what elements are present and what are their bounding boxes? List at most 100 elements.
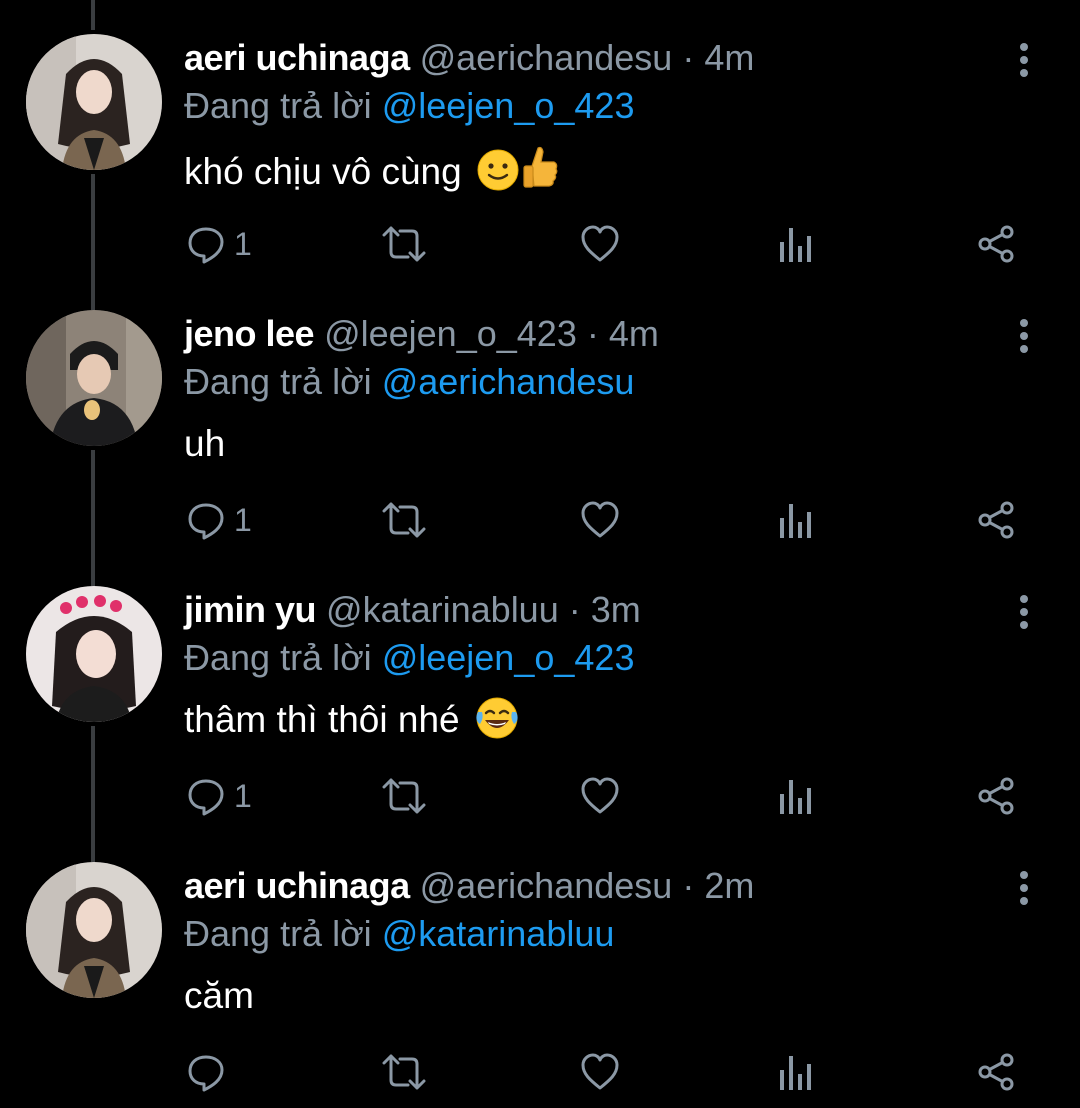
like-icon (581, 1053, 619, 1090)
tweet-header: aeri uchinaga @aerichandesu · 2m (184, 864, 754, 908)
analytics-icon (780, 228, 811, 262)
replying-to: Đang trả lời @aerichandesu (184, 360, 634, 404)
separator: · (586, 313, 599, 354)
tweet-text: khó chịu vô cùng (184, 144, 560, 204)
aeri-avatar-image (26, 34, 162, 170)
timestamp[interactable]: 4m (704, 37, 754, 78)
jimin-avatar-image (26, 586, 162, 722)
retweet-icon (382, 1054, 426, 1090)
reply-button[interactable]: 1 (186, 772, 252, 820)
like-icon (581, 777, 619, 814)
display-name[interactable]: jeno lee (184, 313, 315, 354)
display-name[interactable]: jimin yu (184, 589, 317, 630)
replying-to: Đang trả lời @leejen_o_423 (184, 84, 634, 128)
slightly-smiling-face-icon (476, 148, 520, 204)
reply-icon (188, 503, 224, 540)
display-name[interactable]: aeri uchinaga (184, 865, 410, 906)
tweet-text-content: khó chịu vô cùng (184, 151, 462, 192)
analytics-button[interactable] (778, 496, 814, 544)
user-handle[interactable]: @aerichandesu (420, 865, 673, 906)
replying-to: Đang trả lời @katarinabluu (184, 912, 614, 956)
timestamp[interactable]: 3m (591, 589, 641, 630)
separator: · (682, 37, 695, 78)
timestamp[interactable]: 2m (704, 865, 754, 906)
replying-to-label: Đang trả lời (184, 637, 372, 678)
share-button[interactable] (976, 496, 1016, 544)
share-icon (978, 225, 1014, 263)
retweet-icon (382, 502, 426, 538)
tweet[interactable]: jimin yu @katarinabluu · 3m Đang trả lời… (0, 552, 1080, 828)
retweet-button[interactable] (382, 220, 426, 268)
tweet-actions (184, 1048, 1044, 1096)
avatar[interactable] (26, 310, 162, 446)
like-icon (581, 501, 619, 538)
analytics-button[interactable] (778, 1048, 814, 1096)
more-options-icon[interactable] (1008, 40, 1040, 80)
analytics-button[interactable] (778, 772, 814, 820)
replying-to-label: Đang trả lời (184, 361, 372, 402)
like-button[interactable] (580, 220, 620, 268)
replying-to-handle[interactable]: @aerichandesu (382, 361, 635, 402)
reply-count: 1 (234, 502, 252, 538)
tweet-header: jimin yu @katarinabluu · 3m (184, 588, 641, 632)
user-handle[interactable]: @leejen_o_423 (324, 313, 577, 354)
retweet-button[interactable] (382, 1048, 426, 1096)
share-button[interactable] (976, 1048, 1016, 1096)
replying-to-handle[interactable]: @leejen_o_423 (382, 85, 635, 126)
display-name[interactable]: aeri uchinaga (184, 37, 410, 78)
like-button[interactable] (580, 496, 620, 544)
reply-button[interactable] (186, 1048, 234, 1096)
user-handle[interactable]: @katarinabluu (326, 589, 559, 630)
like-button[interactable] (580, 1048, 620, 1096)
reply-icon (188, 779, 224, 816)
avatar[interactable] (26, 34, 162, 170)
tweet-header: jeno lee @leejen_o_423 · 4m (184, 312, 659, 356)
like-icon (581, 225, 619, 262)
tweet[interactable]: aeri uchinaga @aerichandesu · 4m Đang tr… (0, 0, 1080, 276)
reply-button[interactable]: 1 (186, 220, 252, 268)
retweet-icon (382, 226, 426, 262)
more-options-icon[interactable] (1008, 592, 1040, 632)
face-with-tears-of-joy-icon (474, 696, 520, 752)
replying-to: Đang trả lời @leejen_o_423 (184, 636, 634, 680)
share-button[interactable] (976, 220, 1016, 268)
tweet-text: căm (184, 972, 254, 1020)
tweet[interactable]: jeno lee @leejen_o_423 · 4m Đang trả lời… (0, 276, 1080, 552)
jeno-avatar-image (26, 310, 162, 446)
replying-to-handle[interactable]: @katarinabluu (382, 913, 615, 954)
share-icon (978, 1053, 1014, 1091)
aeri-avatar-image (26, 862, 162, 998)
tweet-actions: 1 (184, 772, 1044, 820)
share-icon (978, 501, 1014, 539)
analytics-icon (780, 504, 811, 538)
analytics-button[interactable] (778, 220, 814, 268)
thumbs-up-icon (522, 144, 560, 204)
avatar[interactable] (26, 862, 162, 998)
reply-button[interactable]: 1 (186, 496, 252, 544)
retweet-button[interactable] (382, 496, 426, 544)
reply-count: 1 (234, 778, 252, 814)
share-button[interactable] (976, 772, 1016, 820)
analytics-icon (780, 780, 811, 814)
tweet-text: thâm thì thôi nhé (184, 696, 520, 752)
tweet-actions: 1 (184, 496, 1044, 544)
replying-to-label: Đang trả lời (184, 913, 372, 954)
analytics-icon (780, 1056, 811, 1090)
tweet-header: aeri uchinaga @aerichandesu · 4m (184, 36, 754, 80)
separator: · (682, 865, 695, 906)
user-handle[interactable]: @aerichandesu (420, 37, 673, 78)
share-icon (978, 777, 1014, 815)
more-options-icon[interactable] (1008, 316, 1040, 356)
reply-icon (188, 1055, 224, 1092)
avatar[interactable] (26, 586, 162, 722)
reply-icon (188, 227, 224, 264)
timestamp[interactable]: 4m (609, 313, 659, 354)
more-options-icon[interactable] (1008, 868, 1040, 908)
retweet-icon (382, 778, 426, 814)
tweet-text: uh (184, 420, 225, 468)
tweet-text-content: thâm thì thôi nhé (184, 699, 460, 740)
replying-to-handle[interactable]: @leejen_o_423 (382, 637, 635, 678)
tweet[interactable]: aeri uchinaga @aerichandesu · 2m Đang tr… (0, 828, 1080, 1104)
like-button[interactable] (580, 772, 620, 820)
retweet-button[interactable] (382, 772, 426, 820)
